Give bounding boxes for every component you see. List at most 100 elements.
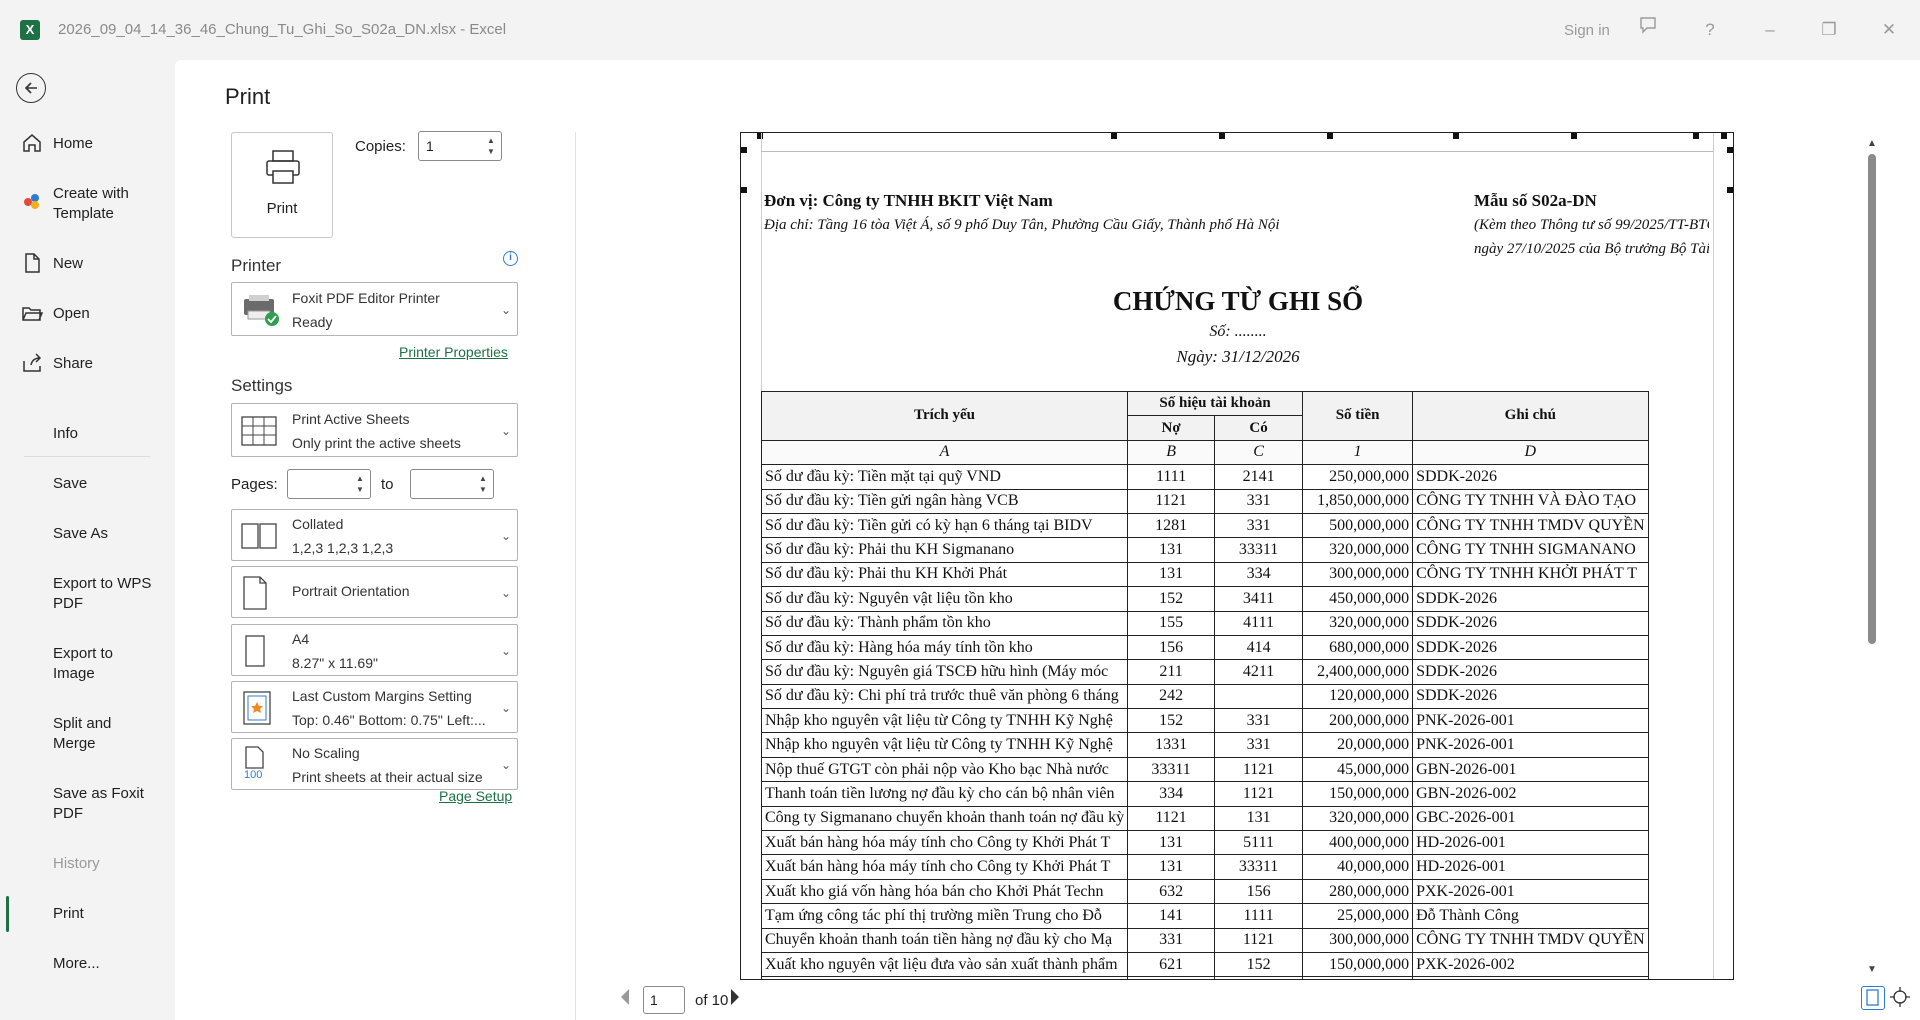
spin-down-icon[interactable]: ▼ <box>356 485 366 494</box>
copies-input[interactable]: 1 ▲ ▼ <box>418 131 502 161</box>
table-row: Xuất bán hàng hóa máy tính cho Công ty K… <box>760 854 1649 880</box>
orientation-select[interactable]: Portrait Orientation ⌄ <box>231 566 518 618</box>
company-unit: Đơn vị: Công ty TNHH BKIT Việt Nam <box>764 191 1053 210</box>
print-button[interactable]: Print <box>231 132 333 238</box>
scroll-down-icon[interactable]: ▼ <box>1867 964 1877 975</box>
col-header-trich-yeu: Trích yếu <box>760 391 1129 441</box>
form-note-line1: (Kèm theo Thông tư số 99/2025/TT-BTC <box>1474 217 1709 233</box>
spin-up-icon[interactable]: ▲ <box>487 136 497 145</box>
table-row: Nhập kho nguyên vật liệu từ Công ty TNHH… <box>760 708 1649 734</box>
resize-handle[interactable] <box>1727 187 1733 193</box>
print-what-select[interactable]: Print Active Sheets Only print the activ… <box>231 403 518 457</box>
table-row: Xuất kho nguyên vật liệu đưa vào sản xuấ… <box>760 951 1649 978</box>
table-cell: GBC-2026-001 <box>1412 805 1649 832</box>
copies-label: Copies: <box>355 138 406 155</box>
resize-handle[interactable] <box>757 133 763 139</box>
resize-handle[interactable] <box>741 147 747 153</box>
resize-handle[interactable] <box>1721 133 1727 139</box>
col-header-no: Nợ <box>1127 415 1216 441</box>
table-cell: 152 <box>1127 708 1216 734</box>
scaling-select[interactable]: 100 No Scaling Print sheets at their act… <box>231 738 518 790</box>
margins-select[interactable]: Last Custom Margins Setting Top: 0.46" B… <box>231 681 518 733</box>
pages-to-label: to <box>381 476 394 493</box>
preview-scrollbar[interactable]: ▲ ▼ <box>1865 138 1877 978</box>
pages-to-input[interactable]: ▲ ▼ <box>410 469 494 499</box>
pages-from-input[interactable]: ▲ ▼ <box>287 469 371 499</box>
page-setup-link[interactable]: Page Setup <box>439 788 512 804</box>
scaling-page-icon <box>245 746 264 769</box>
table-row: Nhập kho nguyên vật liệu từ Công ty TNHH… <box>760 732 1649 758</box>
resize-handle[interactable] <box>741 187 747 193</box>
table-cell: 334 <box>1127 781 1216 807</box>
table-cell: 1121 <box>1214 927 1304 953</box>
print-preview[interactable]: Đơn vị: Công ty TNHH BKIT Việt Nam Địa c… <box>740 132 1734 980</box>
table-cell: 152 <box>1127 586 1216 612</box>
paper-size-select[interactable]: A4 8.27" x 11.69" ⌄ <box>231 624 518 676</box>
resize-handle[interactable] <box>1453 133 1459 139</box>
table-cell: PNK-2026-001 <box>1412 708 1649 734</box>
margins-icon <box>243 691 271 725</box>
table-cell: 331 <box>1214 488 1304 514</box>
table-cell: Công ty Sigmanano chuyển khoản thanh toá… <box>760 805 1129 832</box>
col-letter: 1 <box>1302 439 1414 466</box>
page-view-button[interactable] <box>1861 986 1885 1010</box>
page-number-input[interactable]: 1 <box>643 986 685 1014</box>
restore-button[interactable]: ❐ <box>1813 14 1845 46</box>
spin-up-icon[interactable]: ▲ <box>479 474 489 483</box>
table-cell: Đỗ Thành Công <box>1412 903 1649 929</box>
next-page-icon[interactable] <box>729 988 741 1006</box>
resize-handle[interactable] <box>1327 133 1333 139</box>
minimize-button[interactable]: – <box>1754 14 1786 46</box>
table-cell: 1,500,000 <box>1302 976 1414 979</box>
company-address: Địa chỉ: Tầng 16 tòa Việt Á, số 9 phố Du… <box>764 217 1280 233</box>
print-panel: Print Print Copies: 1 ▲ ▼ Printer i Foxi… <box>175 60 1920 1020</box>
table-row: Thanh toán tiền lương nợ đầu kỳ cho cán … <box>760 781 1649 807</box>
table-cell: 33311 <box>1214 537 1304 563</box>
table-cell: 242 <box>1127 683 1216 710</box>
table-cell: PXK-2026-002 <box>1412 951 1649 978</box>
zoom-fit-button[interactable] <box>1889 986 1913 1010</box>
spin-up-icon[interactable]: ▲ <box>356 474 366 483</box>
resize-handle[interactable] <box>1571 133 1577 139</box>
scrollbar-thumb[interactable] <box>1868 154 1876 644</box>
table-cell: 320,000,000 <box>1302 805 1414 832</box>
table-cell: 680,000,000 <box>1302 634 1414 661</box>
scroll-up-icon[interactable]: ▲ <box>1867 138 1877 149</box>
table-cell: 334 <box>1214 561 1304 588</box>
spin-down-icon[interactable]: ▼ <box>487 147 497 156</box>
printer-select[interactable]: Foxit PDF Editor Printer Ready ⌄ <box>231 282 518 336</box>
table-cell: 1331 <box>1127 732 1216 758</box>
sign-in-link[interactable]: Sign in <box>1564 22 1610 39</box>
table-cell: HD-2026-001 <box>1412 854 1649 880</box>
printer-properties-link[interactable]: Printer Properties <box>399 344 508 360</box>
table-cell: Số dư đầu kỳ: Hàng hóa máy tính tồn kho <box>760 634 1129 661</box>
table-cell: 331 <box>1214 512 1304 539</box>
info-icon[interactable]: i <box>503 251 518 266</box>
resize-handle[interactable] <box>1111 133 1117 139</box>
resize-handle[interactable] <box>1727 147 1733 153</box>
spin-down-icon[interactable]: ▼ <box>479 485 489 494</box>
collate-select[interactable]: Collated 1,2,3 1,2,3 1,2,3 ⌄ <box>231 509 518 561</box>
table-cell: 331 <box>1127 927 1216 953</box>
resize-handle[interactable] <box>1693 133 1699 139</box>
table-cell: 250,000,000 <box>1302 464 1414 490</box>
table-row: Số dư đầu kỳ: Phải thu KH Sigmanano 131 33… <box>760 537 1649 563</box>
portrait-page-icon <box>243 576 267 610</box>
sheet-grid-icon <box>241 416 277 446</box>
help-button[interactable]: ? <box>1694 14 1726 46</box>
table-cell: Số dư đầu kỳ: Phải thu KH Sigmanano <box>760 537 1129 563</box>
table-cell: Tạm ứng công tác phí thị trường miền Tru… <box>760 903 1129 929</box>
close-button[interactable]: ✕ <box>1873 14 1905 46</box>
table-cell: 632 <box>1127 878 1216 905</box>
table-cell: 131 <box>1127 854 1216 880</box>
prev-page-icon[interactable] <box>619 988 631 1006</box>
feedback-icon[interactable] <box>1632 14 1664 46</box>
table-cell: Thu tiền lãi tiền gửi ngân hàng tháng 01… <box>760 976 1129 979</box>
back-button[interactable] <box>16 73 46 103</box>
table-cell: SDDK-2026 <box>1412 464 1649 490</box>
table-cell: 211 <box>1127 659 1216 685</box>
resize-handle[interactable] <box>1219 133 1225 139</box>
col-letter: C <box>1214 439 1304 466</box>
table-cell: 1,850,000,000 <box>1302 488 1414 514</box>
chevron-down-icon: ⌄ <box>500 529 511 543</box>
